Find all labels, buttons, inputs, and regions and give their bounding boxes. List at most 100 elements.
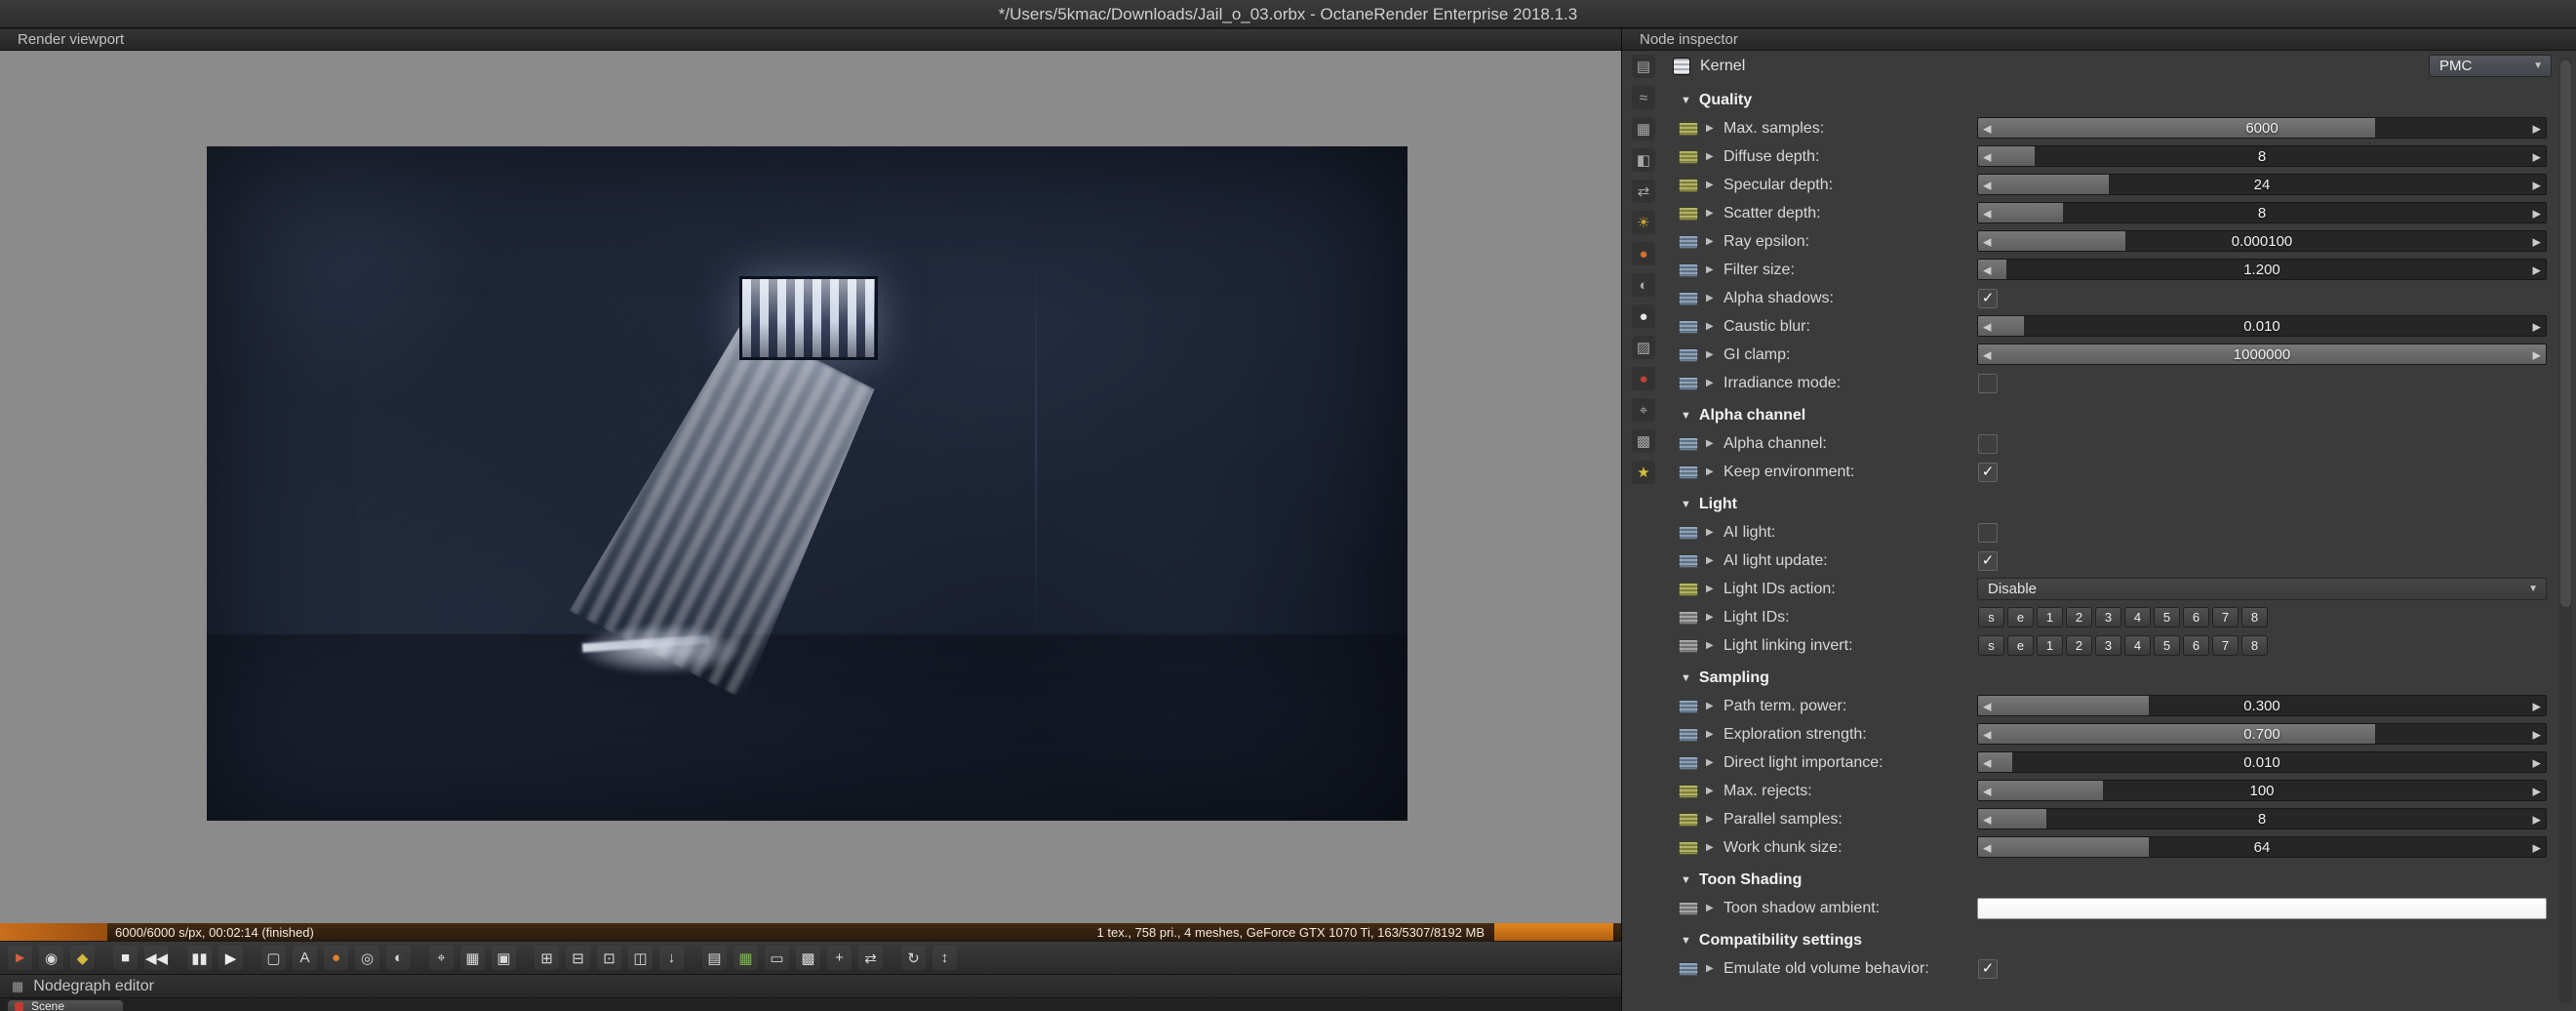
light-id-button-s[interactable]: s [1978, 635, 2004, 656]
node-pin-icon[interactable] [1679, 901, 1698, 915]
param-control-path-term-power[interactable]: ◀ 0.300 ▶ [1977, 694, 2547, 718]
inspector-scrollbar[interactable] [2559, 57, 2572, 1003]
expand-icon[interactable]: ▶ [1706, 612, 1718, 623]
roughness-icon[interactable]: ▨ [1632, 336, 1655, 359]
slider-increment-icon[interactable]: ▶ [2533, 348, 2541, 361]
node-pin-icon[interactable] [1679, 755, 1698, 770]
light-id-button-4[interactable]: 4 [2124, 635, 2151, 656]
paint-tool-icon[interactable]: ◆ [70, 946, 95, 970]
node-pin-icon[interactable] [1679, 582, 1698, 596]
expand-icon[interactable]: ▶ [1706, 527, 1718, 538]
slider-increment-icon[interactable]: ▶ [2533, 207, 2541, 220]
transform-icon[interactable]: ⇄ [1632, 180, 1655, 203]
light-id-button-e[interactable]: e [2007, 635, 2034, 656]
node-inspector-header[interactable]: Node inspector [1622, 29, 2576, 51]
section-header-light[interactable]: ▼ Light [1665, 490, 2576, 518]
geometry-icon[interactable]: ▤ [1632, 55, 1655, 78]
node-pin-icon[interactable] [1679, 319, 1698, 334]
material-picker-icon[interactable]: ◉ [39, 946, 63, 970]
nodegraph-editor-header[interactable]: ▦ Nodegraph editor [0, 974, 1621, 997]
node-pin-icon[interactable] [1679, 347, 1698, 362]
kernel-icon[interactable]: ★ [1632, 461, 1655, 484]
projection-icon[interactable]: ◧ [1632, 148, 1655, 172]
texture-icon[interactable]: ▦ [1632, 117, 1655, 141]
node-pin-icon[interactable] [1679, 234, 1698, 249]
expand-icon[interactable]: ▶ [1706, 903, 1718, 913]
light-id-button-2[interactable]: 2 [2066, 635, 2092, 656]
light-id-button-5[interactable]: 5 [2154, 607, 2180, 627]
play-render-icon[interactable]: ▶ [218, 946, 243, 970]
wireframe-icon[interactable]: ◎ [355, 946, 379, 970]
stop-render-icon[interactable]: ■ [113, 946, 138, 970]
node-pin-icon[interactable] [1679, 727, 1698, 742]
node-pin-icon[interactable] [1679, 121, 1698, 136]
node-pin-icon[interactable] [1679, 784, 1698, 798]
fit-view-icon[interactable]: ↕ [932, 946, 957, 970]
node-pin-icon[interactable] [1679, 465, 1698, 479]
param-control-specular-depth[interactable]: ◀ 24 ▶ [1977, 173, 2547, 197]
collapse-icon[interactable]: ▼ [1681, 935, 1691, 947]
slider-increment-icon[interactable]: ▶ [2533, 320, 2541, 333]
kernel-type-dropdown[interactable]: PMC ▼ [2429, 55, 2552, 77]
param-control-max-rejects[interactable]: ◀ 100 ▶ [1977, 779, 2547, 803]
zoom-in-icon[interactable]: ⊞ [535, 946, 559, 970]
light-id-button-7[interactable]: 7 [2212, 635, 2239, 656]
node-pin-icon[interactable] [1679, 840, 1698, 855]
light-id-button-6[interactable]: 6 [2183, 607, 2209, 627]
collapse-icon[interactable]: ▼ [1681, 499, 1691, 510]
param-control-filter-size[interactable]: ◀ 1.200 ▶ [1977, 258, 2547, 282]
dropdown-light-ids-action[interactable]: Disable ▼ [1977, 578, 2547, 600]
node-pin-icon[interactable] [1679, 610, 1698, 625]
medium-icon[interactable]: ● [1632, 242, 1655, 265]
checkbox-alpha-channel[interactable] [1978, 433, 1998, 454]
node-pin-icon[interactable] [1679, 638, 1698, 653]
render-viewport-header[interactable]: Render viewport [0, 29, 1621, 51]
light-id-button-8[interactable]: 8 [2241, 635, 2268, 656]
section-header-compatibility-settings[interactable]: ▼ Compatibility settings [1665, 926, 2576, 954]
expand-icon[interactable]: ▶ [1706, 757, 1718, 768]
slider-increment-icon[interactable]: ▶ [2533, 179, 2541, 191]
param-control-gi-clamp[interactable]: ◀ 1000000 ▶ [1977, 343, 2547, 367]
pause-render-icon[interactable]: ▮▮ [187, 946, 212, 970]
camera-icon[interactable]: ⌖ [1632, 398, 1655, 422]
move-camera-icon[interactable]: ⇄ [858, 946, 883, 970]
slider-increment-icon[interactable]: ▶ [2533, 150, 2541, 163]
checkbox-irradiance-mode[interactable] [1978, 373, 1998, 393]
expand-icon[interactable]: ▶ [1706, 293, 1718, 303]
light-id-button-e[interactable]: e [2007, 607, 2034, 627]
node-pin-icon[interactable] [1679, 178, 1698, 192]
checkbox-keep-environment[interactable]: ✓ [1978, 462, 1998, 482]
checkbox-ai-light[interactable] [1978, 522, 1998, 543]
section-header-alpha-channel[interactable]: ▼ Alpha channel [1665, 401, 2576, 429]
scrollbar-thumb[interactable] [2560, 61, 2571, 607]
render-viewport-canvas[interactable] [0, 51, 1621, 923]
param-control-work-chunk-size[interactable]: ◀ 64 ▶ [1977, 835, 2547, 860]
node-pin-icon[interactable] [1679, 812, 1698, 827]
zoom-out-icon[interactable]: ⊟ [566, 946, 590, 970]
expand-icon[interactable]: ▶ [1706, 814, 1718, 825]
expand-icon[interactable]: ▶ [1706, 438, 1718, 449]
node-pin-icon[interactable] [1679, 699, 1698, 713]
expand-icon[interactable]: ▶ [1706, 264, 1718, 275]
light-id-button-3[interactable]: 3 [2095, 607, 2121, 627]
node-pin-icon[interactable] [1679, 525, 1698, 540]
slider-increment-icon[interactable]: ▶ [2533, 756, 2541, 769]
crosshair-icon[interactable]: + [827, 946, 852, 970]
realtime-toggle-icon[interactable]: ▢ [261, 946, 286, 970]
material-icon[interactable]: ● [1632, 304, 1655, 328]
slider-increment-icon[interactable]: ▶ [2533, 235, 2541, 248]
export-image-icon[interactable]: ▤ [702, 946, 727, 970]
material-ball-icon[interactable]: ● [1632, 367, 1655, 390]
light-id-button-5[interactable]: 5 [2154, 635, 2180, 656]
slider-increment-icon[interactable]: ▶ [2533, 785, 2541, 797]
light-id-button-4[interactable]: 4 [2124, 607, 2151, 627]
light-id-button-8[interactable]: 8 [2241, 607, 2268, 627]
camera-target-icon[interactable]: ⌖ [429, 946, 454, 970]
param-control-caustic-blur[interactable]: ◀ 0.010 ▶ [1977, 314, 2547, 339]
light-id-button-7[interactable]: 7 [2212, 607, 2239, 627]
param-control-exploration-strength[interactable]: ◀ 0.700 ▶ [1977, 722, 2547, 747]
expand-icon[interactable]: ▶ [1706, 151, 1718, 162]
light-id-button-1[interactable]: 1 [2037, 607, 2063, 627]
normals-icon[interactable]: ◐ [386, 946, 411, 970]
expand-icon[interactable]: ▶ [1706, 208, 1718, 219]
